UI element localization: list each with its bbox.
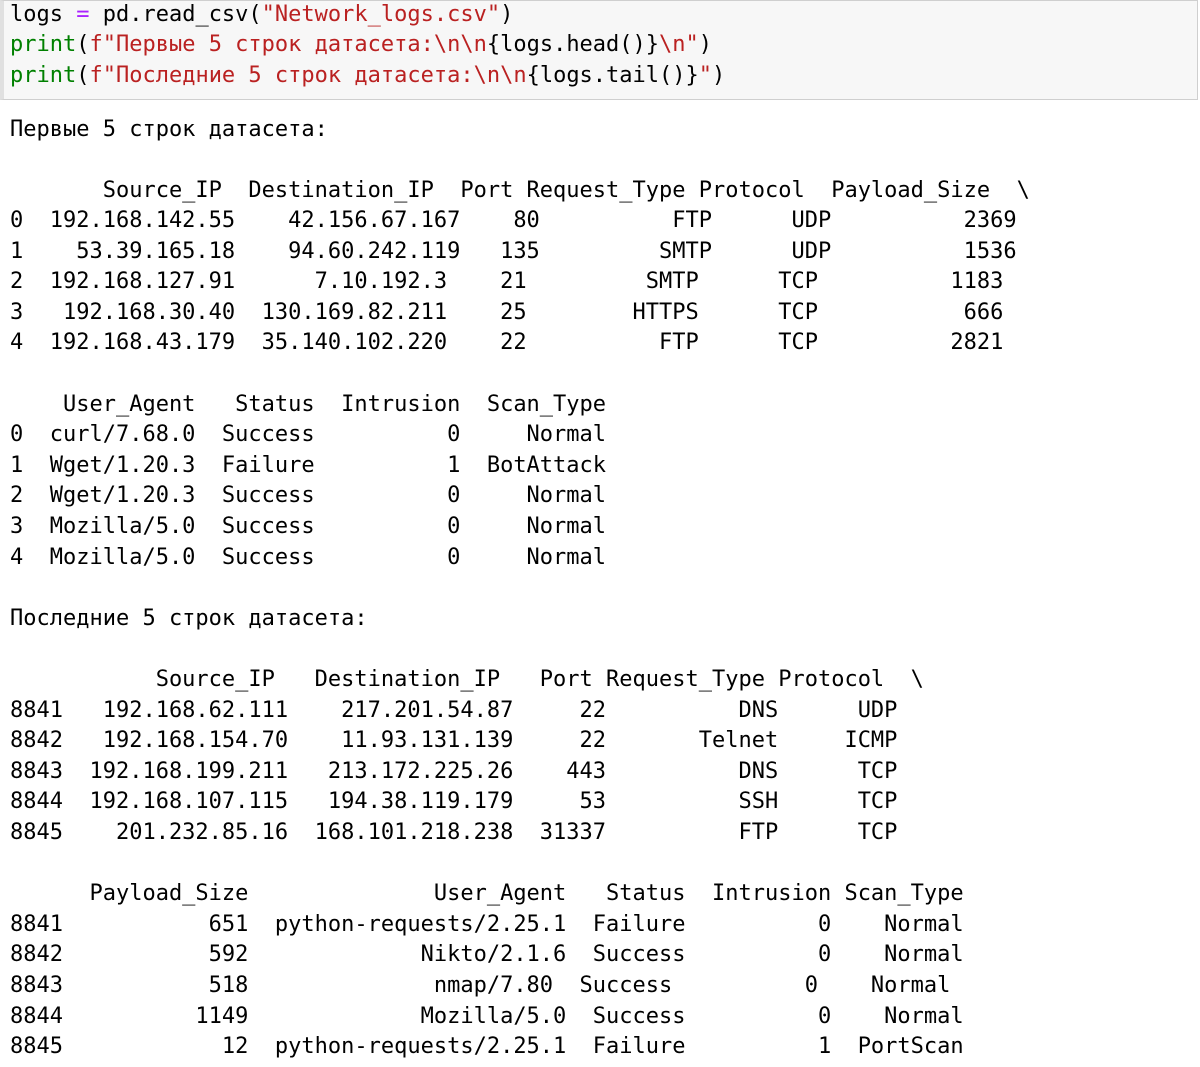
- code-line: print(f"Первые 5 строк датасета:\n\n{log…: [10, 30, 712, 60]
- code-token: logs: [10, 2, 77, 27]
- code-token: ): [500, 2, 514, 27]
- table-row: 4 Mozilla/5.0 Success 0 Normal: [10, 545, 607, 570]
- code-token: print: [10, 63, 77, 88]
- table-row: 2 192.168.127.91 7.10.192.3 21 SMTP TCP …: [10, 269, 1004, 294]
- table-row: 8844 192.168.107.115 194.38.119.179 53 S…: [10, 789, 898, 814]
- head-table1-header: Source_IP Destination_IP Port Request_Ty…: [10, 178, 1030, 203]
- table-row: 1 53.39.165.18 94.60.242.119 135 SMTP UD…: [10, 239, 1017, 264]
- table-row: 1 Wget/1.20.3 Failure 1 BotAttack: [10, 453, 607, 478]
- table-row: 3 Mozilla/5.0 Success 0 Normal: [10, 514, 607, 539]
- table-row: 8844 1149 Mozilla/5.0 Success 0 Normal: [10, 1004, 964, 1029]
- table-row: 8841 651 python-requests/2.25.1 Failure …: [10, 912, 964, 937]
- code-token: (: [76, 63, 90, 88]
- table-row: 0 curl/7.68.0 Success 0 Normal: [10, 422, 607, 447]
- table-row: 8842 192.168.154.70 11.93.131.139 22 Tel…: [10, 728, 898, 753]
- head-title: Первые 5 строк датасета:: [10, 117, 328, 142]
- code-token: pd.read_csv(: [89, 2, 262, 27]
- code-token: (: [76, 32, 90, 57]
- table-row: 8845 12 python-requests/2.25.1 Failure 1…: [10, 1034, 964, 1059]
- code-token: ): [712, 63, 726, 88]
- code-token: =: [76, 2, 90, 27]
- table-row: 8843 192.168.199.211 213.172.225.26 443 …: [10, 759, 898, 784]
- code-token: f"Последние 5 строк датасета:\n\n: [89, 63, 527, 88]
- tail-title: Последние 5 строк датасета:: [10, 606, 368, 631]
- tail-table1-header: Source_IP Destination_IP Port Request_Ty…: [10, 667, 924, 692]
- code-token: "Network_logs.csv": [261, 2, 501, 27]
- code-token: ): [698, 32, 713, 57]
- table-row: 2 Wget/1.20.3 Success 0 Normal: [10, 483, 607, 508]
- code-token: f"Первые 5 строк датасета:\n\n: [89, 32, 487, 57]
- table-row: 8843 518 nmap/7.80 Success 0 Normal: [10, 973, 951, 998]
- code-token: \n": [659, 32, 699, 57]
- table-row: 0 192.168.142.55 42.156.67.167 80 FTP UD…: [10, 208, 1017, 233]
- code-line: logs = pd.read_csv("Network_logs.csv"): [10, 0, 513, 30]
- code-token: {logs.head()}: [486, 32, 660, 57]
- table-row: 8842 592 Nikto/2.1.6 Success 0 Normal: [10, 942, 964, 967]
- table-row: 8845 201.232.85.16 168.101.218.238 31337…: [10, 820, 898, 845]
- head-table2-header: User_Agent Status Intrusion Scan_Type: [10, 392, 607, 417]
- code-line: print(f"Последние 5 строк датасета:\n\n{…: [10, 61, 725, 91]
- tail-table2-header: Payload_Size User_Agent Status Intrusion…: [10, 881, 964, 906]
- table-row: 8841 192.168.62.111 217.201.54.87 22 DNS…: [10, 698, 898, 723]
- table-row: 4 192.168.43.179 35.140.102.220 22 FTP T…: [10, 330, 1004, 355]
- code-token: print: [10, 32, 77, 57]
- code-token: ": [698, 63, 713, 88]
- table-row: 3 192.168.30.40 130.169.82.211 25 HTTPS …: [10, 300, 1004, 325]
- code-token: {logs.tail()}: [526, 63, 699, 88]
